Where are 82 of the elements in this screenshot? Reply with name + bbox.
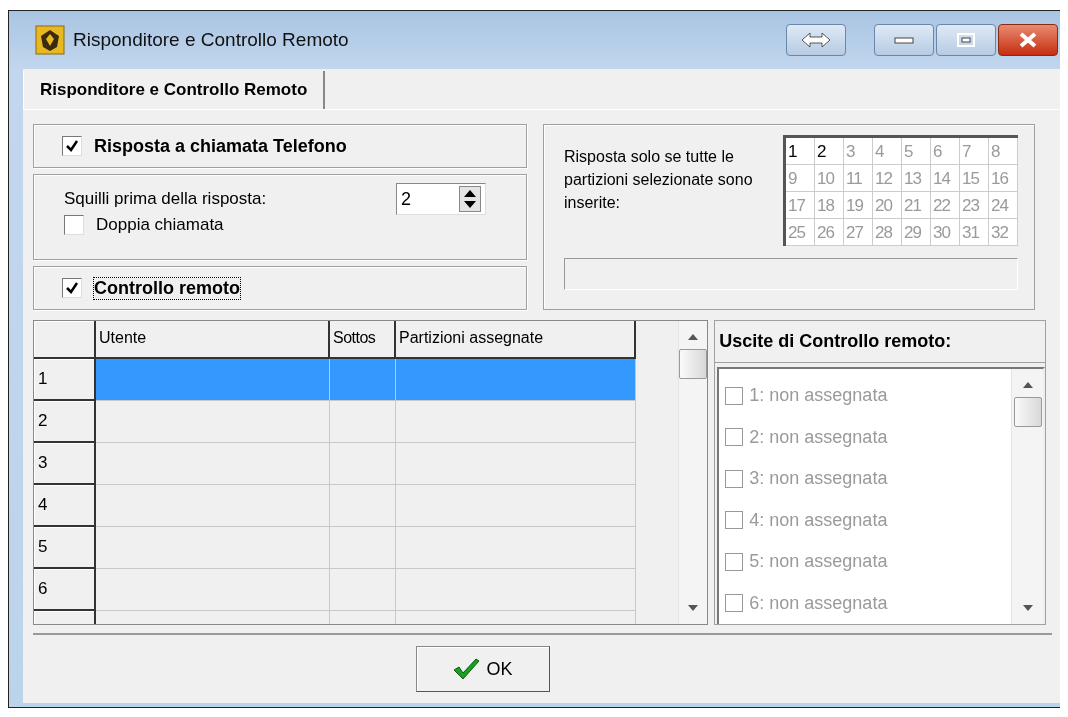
table-row[interactable]: 1 — [34, 359, 678, 401]
remote-control-checkbox[interactable]: Controllo remoto — [62, 277, 240, 299]
table-row[interactable]: 2 — [34, 401, 678, 443]
table-row[interactable]: 5 — [34, 527, 678, 569]
partition-cell[interactable]: 2 — [815, 138, 844, 165]
partition-cell[interactable]: 17 — [786, 192, 815, 219]
double-call-checkbox[interactable]: Doppia chiamata — [64, 215, 526, 235]
partition-cell[interactable]: 29 — [902, 219, 931, 246]
answer-checkbox[interactable]: Risposta a chiamata Telefono — [62, 135, 347, 157]
scroll-up-icon[interactable] — [1021, 381, 1034, 389]
row-header: 4 — [34, 485, 96, 527]
partitions-label: Risposta solo se tutte le partizioni selezionate sono inserite: — [564, 147, 754, 213]
scrollbar[interactable] — [1011, 369, 1043, 624]
partition-cell[interactable]: 6 — [931, 138, 960, 165]
partition-cell[interactable]: 10 — [815, 165, 844, 192]
row-header: 2 — [34, 401, 96, 443]
partition-cell[interactable]: 30 — [931, 219, 960, 246]
table-cell — [330, 401, 396, 443]
partition-cell[interactable]: 20 — [873, 192, 902, 219]
table-cell — [330, 569, 396, 611]
table-cell — [330, 443, 396, 485]
checkmark-icon — [452, 657, 481, 681]
scroll-thumb[interactable] — [679, 349, 707, 379]
partition-cell[interactable]: 1 — [786, 138, 815, 165]
maximize-icon — [956, 32, 976, 48]
partition-cell[interactable]: 32 — [989, 219, 1018, 246]
partition-cell[interactable]: 23 — [960, 192, 989, 219]
rings-label: Squilli prima della risposta: — [64, 189, 267, 209]
table-row[interactable]: 6 — [34, 569, 678, 611]
maximize-button[interactable] — [936, 24, 996, 56]
partition-cell[interactable]: 12 — [873, 165, 902, 192]
minimize-button[interactable] — [874, 24, 934, 56]
checkbox[interactable] — [62, 278, 82, 298]
minimize-icon — [894, 35, 914, 45]
partition-cell[interactable]: 13 — [902, 165, 931, 192]
partition-cell[interactable]: 16 — [989, 165, 1018, 192]
partition-cell[interactable]: 27 — [844, 219, 873, 246]
partition-cell[interactable]: 28 — [873, 219, 902, 246]
row-header: 5 — [34, 527, 96, 569]
partition-cell[interactable]: 8 — [989, 138, 1018, 165]
row-header: 3 — [34, 443, 96, 485]
scroll-down-icon[interactable] — [1021, 604, 1034, 612]
partition-cell[interactable]: 19 — [844, 192, 873, 219]
partition-cell[interactable]: 11 — [844, 165, 873, 192]
scroll-up-icon[interactable] — [687, 333, 699, 341]
scroll-down-icon[interactable] — [687, 604, 699, 612]
partition-cell[interactable]: 25 — [786, 219, 815, 246]
table-cell — [330, 527, 396, 569]
table-row[interactable]: 3 — [34, 443, 678, 485]
header-corner — [34, 321, 96, 359]
partition-cell[interactable]: 24 — [989, 192, 1018, 219]
ok-button[interactable]: OK — [415, 646, 550, 692]
table-cell — [330, 485, 396, 527]
text-field[interactable] — [564, 258, 1018, 290]
resize-button[interactable] — [786, 24, 846, 56]
checkbox[interactable] — [64, 215, 84, 235]
partition-cell[interactable]: 18 — [815, 192, 844, 219]
partition-cell[interactable]: 31 — [960, 219, 989, 246]
partition-cell[interactable]: 14 — [931, 165, 960, 192]
close-icon — [1017, 31, 1039, 49]
outputs-title: Uscite di Controllo remoto: — [715, 321, 1045, 363]
window-title: Risponditore e Controllo Remoto — [73, 29, 349, 51]
close-button[interactable] — [998, 24, 1058, 56]
partition-cell[interactable]: 4 — [873, 138, 902, 165]
table-cell — [330, 359, 396, 401]
partition-cell[interactable]: 26 — [815, 219, 844, 246]
partition-cell[interactable]: 5 — [902, 138, 931, 165]
rings-spinner[interactable]: 2 — [396, 183, 486, 215]
partition-cell[interactable]: 22 — [931, 192, 960, 219]
table-row[interactable]: 4 — [34, 485, 678, 527]
partition-cell[interactable]: 9 — [786, 165, 815, 192]
tab[interactable]: Risponditore e Controllo Remoto — [23, 71, 326, 109]
scroll-thumb[interactable] — [1013, 397, 1042, 427]
partition-cell[interactable]: 21 — [902, 192, 931, 219]
partition-cell[interactable]: 7 — [960, 138, 989, 165]
scrollbar[interactable] — [677, 321, 708, 624]
app-icon — [35, 25, 65, 55]
partition-cell[interactable]: 15 — [960, 165, 989, 192]
partition-cell[interactable]: 3 — [844, 138, 873, 165]
checkbox[interactable] — [62, 136, 82, 156]
double-arrow-icon — [799, 30, 833, 50]
row-header: 6 — [34, 569, 96, 611]
